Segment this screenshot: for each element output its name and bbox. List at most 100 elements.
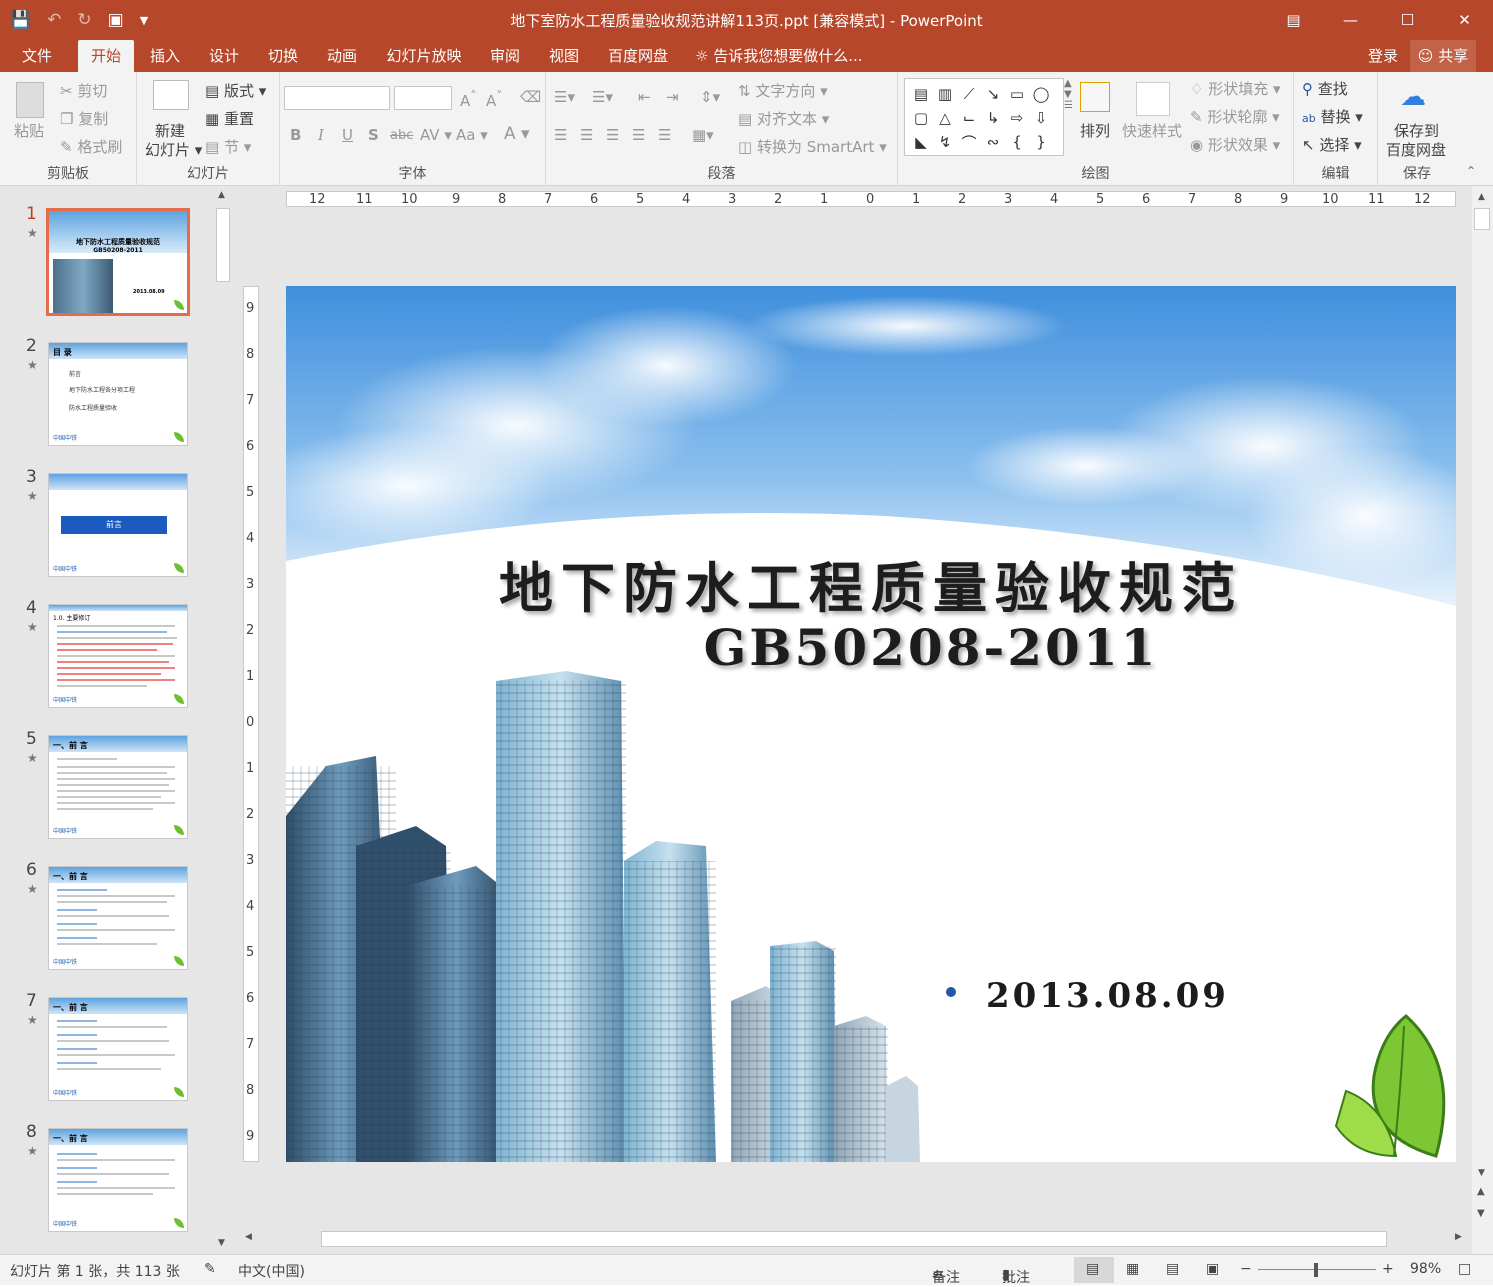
callout-shape-icon[interactable]: ◣: [915, 133, 927, 151]
zoom-in-icon[interactable]: +: [1382, 1261, 1394, 1277]
scroll-thumb[interactable]: [1474, 208, 1490, 230]
text-direction-button[interactable]: ⇅ 文字方向 ▾: [738, 80, 828, 101]
slide-thumbnail[interactable]: 1.0. 主要修订 中国中铁: [48, 604, 188, 708]
scroll-up-icon[interactable]: ▲: [218, 190, 225, 200]
select-button[interactable]: ↖ 选择 ▾: [1302, 134, 1362, 155]
smartart-button[interactable]: ◫ 转换为 SmartArt ▾: [738, 136, 887, 157]
slide-canvas[interactable]: 地下防水工程质量验收规范 GB50208-2011 2013.08.09: [286, 286, 1456, 1162]
clear-format-icon[interactable]: ⌫: [520, 88, 541, 106]
right-arrow-shape-icon[interactable]: ⇨: [1011, 109, 1024, 127]
increase-indent-icon[interactable]: ⇥: [666, 88, 679, 106]
tab-review[interactable]: 审阅: [480, 40, 530, 72]
change-case-button[interactable]: Aa ▾: [456, 126, 488, 144]
right-brace-shape-icon[interactable]: }: [1036, 133, 1046, 151]
arrange-icon[interactable]: [1080, 82, 1110, 112]
thumbnail-item[interactable]: 2 ★ 目 录 前言 地下防水工程各分项工程 防水工程质量验收 中国中铁: [0, 336, 215, 456]
scroll-right-icon[interactable]: ▶: [1455, 1232, 1462, 1242]
reading-view-icon[interactable]: ▤: [1166, 1261, 1179, 1277]
slide-subtitle[interactable]: GB50208-2011: [346, 618, 1456, 677]
horizontal-scrollbar[interactable]: ◀ ▶: [243, 1230, 1467, 1248]
distributed-icon[interactable]: ☰: [658, 126, 671, 144]
save-to-label-1[interactable]: 保存到: [1394, 120, 1439, 141]
new-slide-icon[interactable]: [153, 80, 189, 110]
down-arrow-shape-icon[interactable]: ⇩: [1035, 109, 1048, 127]
scroll-thumb[interactable]: [216, 208, 230, 282]
slide-thumbnail[interactable]: 地下防水工程质量验收规范 GB50208-2011 2013.08.09: [46, 208, 190, 316]
decrease-indent-icon[interactable]: ⇤: [638, 88, 651, 106]
ribbon-display-icon[interactable]: ▤: [1265, 0, 1322, 40]
format-painter-button[interactable]: ✎ 格式刷: [60, 136, 122, 157]
numbering-icon[interactable]: ☰▾: [592, 88, 613, 106]
font-color-button[interactable]: A ▾: [504, 124, 530, 144]
slide-sorter-icon[interactable]: ▦: [1126, 1261, 1139, 1277]
layout-button[interactable]: ▤ 版式 ▾: [205, 80, 266, 101]
slide-thumbnail[interactable]: 一、前 言 中国中铁: [48, 866, 188, 970]
slide-thumbnail[interactable]: 一、前 言 中国中铁: [48, 1128, 188, 1232]
zoom-level[interactable]: 98%: [1410, 1261, 1441, 1277]
line-spacing-icon[interactable]: ⇕▾: [700, 88, 720, 106]
font-name-combo[interactable]: [284, 86, 390, 110]
slide-date[interactable]: 2013.08.09: [986, 976, 1229, 1016]
thumbnail-item[interactable]: 4 ★ 1.0. 主要修订 中国中铁: [0, 598, 215, 718]
gallery-scroll-icon[interactable]: ▲ ▼ ☰: [1064, 78, 1073, 111]
thumbnail-item[interactable]: 7 ★ 一、前 言 中国中铁: [0, 991, 215, 1111]
align-text-button[interactable]: ▤ 对齐文本 ▾: [738, 108, 829, 129]
arc-shape-icon[interactable]: ⌒: [961, 132, 976, 153]
slide-vertical-scrollbar[interactable]: ▲ ▼ ▲ ▼: [1472, 186, 1493, 1254]
quick-styles-button[interactable]: 快速样式: [1122, 120, 1182, 141]
align-right-icon[interactable]: ☰: [606, 126, 619, 144]
tab-insert[interactable]: 插入: [140, 40, 190, 72]
section-button[interactable]: ▤ 节 ▾: [205, 136, 251, 157]
slide-title[interactable]: 地下防水工程质量验收规范: [286, 544, 1456, 623]
align-left-icon[interactable]: ☰: [554, 126, 567, 144]
slide-thumbnail[interactable]: 目 录 前言 地下防水工程各分项工程 防水工程质量验收 中国中铁: [48, 342, 188, 446]
tab-slideshow[interactable]: 幻灯片放映: [376, 40, 472, 72]
scroll-thumb[interactable]: [321, 1231, 1387, 1247]
find-button[interactable]: ⚲ 查找: [1302, 78, 1348, 99]
zoom-slider-thumb[interactable]: [1313, 1263, 1318, 1277]
shape-effects-button[interactable]: ◉ 形状效果 ▾: [1190, 134, 1280, 155]
tab-baidu[interactable]: 百度网盘: [598, 40, 678, 72]
share-button[interactable]: ☺ 共享: [1410, 40, 1476, 72]
textbox-shape-icon[interactable]: ▤: [914, 85, 928, 103]
oval-shape-icon[interactable]: ◯: [1033, 85, 1050, 103]
fit-slide-icon[interactable]: □: [1458, 1261, 1471, 1277]
strikethrough-button[interactable]: abc: [390, 128, 413, 143]
rounded-rect-shape-icon[interactable]: ▢: [914, 109, 928, 127]
minimize-icon[interactable]: —: [1322, 0, 1379, 40]
bold-button[interactable]: B: [290, 126, 301, 144]
vertical-textbox-shape-icon[interactable]: ▥: [938, 85, 952, 103]
thumbnail-item[interactable]: 1 ★ 地下防水工程质量验收规范 GB50208-2011 2013.08.09: [0, 204, 215, 324]
tab-file[interactable]: 文件: [10, 40, 64, 72]
justify-icon[interactable]: ☰: [632, 126, 645, 144]
copy-button[interactable]: ❐ 复制: [60, 108, 108, 129]
grow-font-button[interactable]: A˄: [460, 88, 477, 110]
thumbnail-item[interactable]: 3 ★ 前言 中国中铁: [0, 467, 215, 587]
language-indicator[interactable]: 中文(中国): [238, 1261, 305, 1281]
italic-button[interactable]: I: [318, 126, 324, 144]
lightning-shape-icon[interactable]: ↯: [939, 133, 952, 151]
font-size-combo[interactable]: [394, 86, 452, 110]
zoom-out-icon[interactable]: −: [1240, 1261, 1252, 1277]
tab-transitions[interactable]: 切换: [257, 40, 309, 72]
thumbnail-item[interactable]: 8 ★ 一、前 言 中国中铁: [0, 1122, 215, 1242]
paste-icon[interactable]: [16, 82, 44, 118]
scroll-down-icon[interactable]: ▼: [1478, 1168, 1485, 1178]
previous-slide-icon[interactable]: ▲: [1477, 1186, 1485, 1197]
thumbnail-scrollbar[interactable]: ▲ ▼: [214, 190, 232, 1254]
arrow-line-shape-icon[interactable]: ↘: [987, 85, 1000, 103]
new-slide-button[interactable]: 幻灯片 ▾: [145, 139, 202, 160]
scroll-up-icon[interactable]: ▲: [1478, 192, 1485, 202]
columns-icon[interactable]: ▦▾: [692, 126, 714, 144]
tab-home[interactable]: 开始: [78, 40, 134, 72]
close-icon[interactable]: ✕: [1436, 0, 1493, 40]
scroll-down-icon[interactable]: ▼: [218, 1238, 225, 1248]
shrink-font-button[interactable]: A˅: [486, 88, 503, 110]
next-slide-icon[interactable]: ▼: [1477, 1208, 1485, 1219]
rectangle-shape-icon[interactable]: ▭: [1010, 85, 1024, 103]
maximize-icon[interactable]: ☐: [1379, 0, 1436, 40]
save-to-baidu-button[interactable]: 百度网盘: [1386, 139, 1446, 160]
triangle-shape-icon[interactable]: △: [939, 109, 951, 127]
connector-shape-icon[interactable]: ⌙: [963, 109, 976, 127]
elbow-arrow-shape-icon[interactable]: ↳: [987, 109, 1000, 127]
